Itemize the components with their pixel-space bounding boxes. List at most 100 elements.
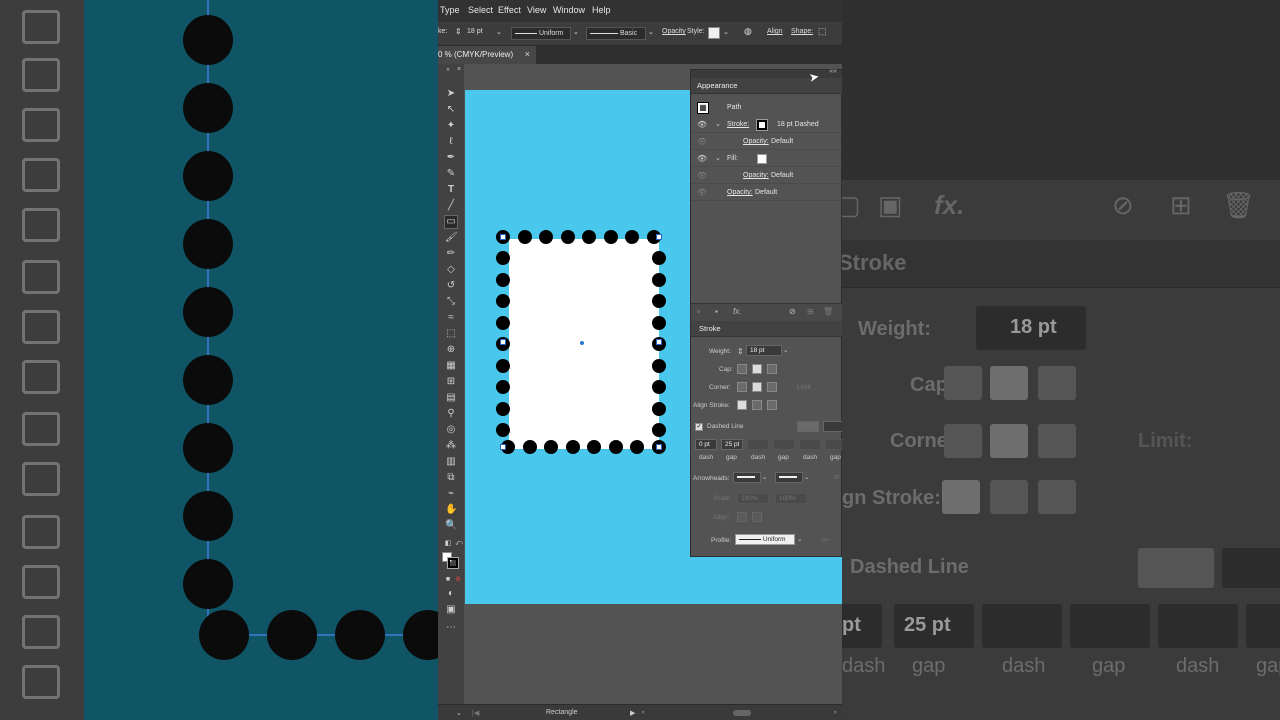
menu-type[interactable]: Type (440, 5, 460, 15)
cap-round-button[interactable] (752, 364, 762, 374)
arrow-tip-beyond-button[interactable] (737, 512, 747, 522)
appearance-row-opacity[interactable]: 👁 Opacity: Default (691, 185, 842, 201)
horizontal-scrollbar-thumb[interactable] (733, 710, 751, 716)
visibility-eye-icon[interactable]: 👁 (697, 171, 707, 180)
dashed-line-checkbox[interactable]: ✓ (695, 423, 703, 431)
selection-handle[interactable] (500, 444, 506, 450)
pen-tool-icon[interactable]: ✒ (445, 152, 457, 164)
type-tool-icon[interactable]: T (445, 184, 457, 196)
add-fill-icon[interactable]: ▪ (715, 307, 718, 316)
scroll-right-icon[interactable]: › (834, 709, 836, 716)
selection-handle[interactable] (656, 339, 662, 345)
opacity-label[interactable]: Opacity: (743, 172, 769, 179)
weight-stepper-icon[interactable]: ⇕ (455, 27, 462, 36)
zoom-tool-icon[interactable]: 🔍 (445, 520, 457, 532)
selection-handle[interactable] (500, 234, 506, 240)
chevron-down-icon[interactable]: ⌄ (804, 473, 809, 481)
curvature-tool-icon[interactable]: ✎ (445, 168, 457, 180)
selection-tool-icon[interactable]: ➤ (445, 88, 457, 100)
slice-tool-icon[interactable]: ⌁ (445, 488, 457, 500)
opacity-label[interactable]: Opacity: (743, 138, 769, 145)
close-icon[interactable]: × (525, 49, 530, 59)
menu-view[interactable]: View (527, 5, 546, 15)
menu-select[interactable]: Select (468, 5, 493, 15)
stroke-value[interactable]: 18 pt Dashed (777, 121, 819, 128)
chevron-down-icon[interactable]: ⌄ (762, 473, 767, 481)
start-arrowhead-select[interactable] (733, 472, 761, 483)
scale-tool-icon[interactable]: ⤡ (445, 296, 457, 308)
chevron-down-icon[interactable]: ⌄ (797, 535, 802, 543)
start-scale-input[interactable]: 100% (737, 493, 769, 504)
selection-handle[interactable] (656, 444, 662, 450)
visibility-eye-icon[interactable]: 👁 (697, 188, 707, 197)
collapse-icon[interactable]: «« (829, 68, 837, 75)
preserve-dash-button[interactable] (797, 421, 819, 432)
appearance-row-fill-opacity[interactable]: 👁 Opacity: Default (691, 168, 842, 184)
cap-butt-button[interactable] (737, 364, 747, 374)
selection-handle[interactable] (500, 339, 506, 345)
corner-miter-button[interactable] (737, 382, 747, 392)
menu-help[interactable]: Help (592, 5, 611, 15)
pencil-tool-icon[interactable]: ✏ (445, 248, 457, 260)
stroke-swatch[interactable] (756, 119, 768, 131)
visibility-eye-icon[interactable]: 👁 (697, 120, 707, 129)
end-scale-input[interactable]: 100% (775, 493, 807, 504)
align-label[interactable]: Align (767, 28, 783, 35)
swap-colors-icon[interactable]: ⤺ (453, 538, 465, 550)
gap-2-input[interactable] (773, 439, 795, 450)
opacity-label[interactable]: Opacity (662, 28, 686, 35)
appearance-row-stroke-opacity[interactable]: 👁 Opacity: Default (691, 134, 842, 150)
transform-icon[interactable]: ⬚ (818, 26, 827, 37)
shape-builder-tool-icon[interactable]: ⊕ (445, 344, 457, 356)
close-icon[interactable]: × (453, 64, 465, 76)
appearance-row-fill[interactable]: 👁 ⌄ Fill: (691, 151, 842, 167)
shape-label[interactable]: Shape: (791, 28, 813, 35)
gap-1-input[interactable]: 25 pt (721, 439, 743, 450)
screen-mode-icon[interactable]: ▣ (445, 604, 457, 616)
mesh-tool-icon[interactable]: ⊞ (445, 376, 457, 388)
fx-icon[interactable]: fx. (733, 307, 741, 316)
none-icon[interactable]: ⊘ (452, 574, 464, 586)
align-dash-corners-button[interactable] (823, 421, 842, 432)
eraser-tool-icon[interactable]: ◇ (445, 264, 457, 276)
magic-wand-tool-icon[interactable]: ✦ (445, 120, 457, 132)
stroke-weight-input[interactable]: 18 pt (467, 28, 483, 35)
corner-round-button[interactable] (752, 382, 762, 392)
symbol-sprayer-tool-icon[interactable]: ⁂ (445, 440, 457, 452)
play-icon[interactable]: ▶ (630, 709, 635, 717)
free-transform-tool-icon[interactable]: ⬚ (445, 328, 457, 340)
column-graph-tool-icon[interactable]: ▥ (445, 456, 457, 468)
align-stroke-center-button[interactable] (737, 400, 747, 410)
menu-effect[interactable]: Effect (498, 5, 521, 15)
opacity-label[interactable]: Opacity: (727, 189, 753, 196)
brush-definition-select[interactable]: Basic (586, 27, 646, 40)
end-arrowhead-select[interactable] (775, 472, 803, 483)
recolor-icon[interactable]: ◍ (744, 26, 752, 37)
perspective-grid-tool-icon[interactable]: ▦ (445, 360, 457, 372)
document-tab[interactable]: 0 % (CMYK/Preview) × (438, 46, 536, 64)
chevron-down-icon[interactable]: ⌄ (783, 346, 788, 354)
previous-artboard-icon[interactable]: |◀ (472, 709, 479, 717)
weight-stepper-icon[interactable]: ⇕ (737, 347, 744, 356)
dash-1-input[interactable]: 0 pt (695, 439, 717, 450)
rectangle-tool-icon[interactable]: ▭ (444, 215, 458, 229)
flip-along-icon[interactable]: ⊣⊢ (819, 536, 830, 544)
blend-tool-icon[interactable]: ◎ (445, 424, 457, 436)
selection-handle[interactable] (656, 234, 662, 240)
line-tool-icon[interactable]: ╱ (445, 200, 457, 212)
direct-selection-tool-icon[interactable]: ↖ (445, 104, 457, 116)
gap-3-input[interactable] (825, 439, 842, 450)
dash-3-input[interactable] (799, 439, 821, 450)
add-stroke-icon[interactable]: ▫ (697, 307, 700, 316)
width-tool-icon[interactable]: ≈ (445, 312, 457, 324)
cap-square-button[interactable] (767, 364, 777, 374)
align-stroke-outside-button[interactable] (767, 400, 777, 410)
chevron-down-icon[interactable]: ⌄ (648, 28, 654, 36)
chevron-down-icon[interactable]: ⌄ (456, 709, 462, 717)
clear-appearance-icon[interactable]: ⊘ (789, 307, 796, 316)
paintbrush-tool-icon[interactable]: 🖌 (445, 232, 458, 244)
swap-arrowheads-icon[interactable]: ⇄ (834, 473, 839, 481)
graphic-style-swatch[interactable] (708, 27, 720, 39)
stroke-label[interactable]: Stroke: (727, 121, 749, 128)
drawing-mode-icon[interactable]: ◐ (445, 588, 457, 600)
